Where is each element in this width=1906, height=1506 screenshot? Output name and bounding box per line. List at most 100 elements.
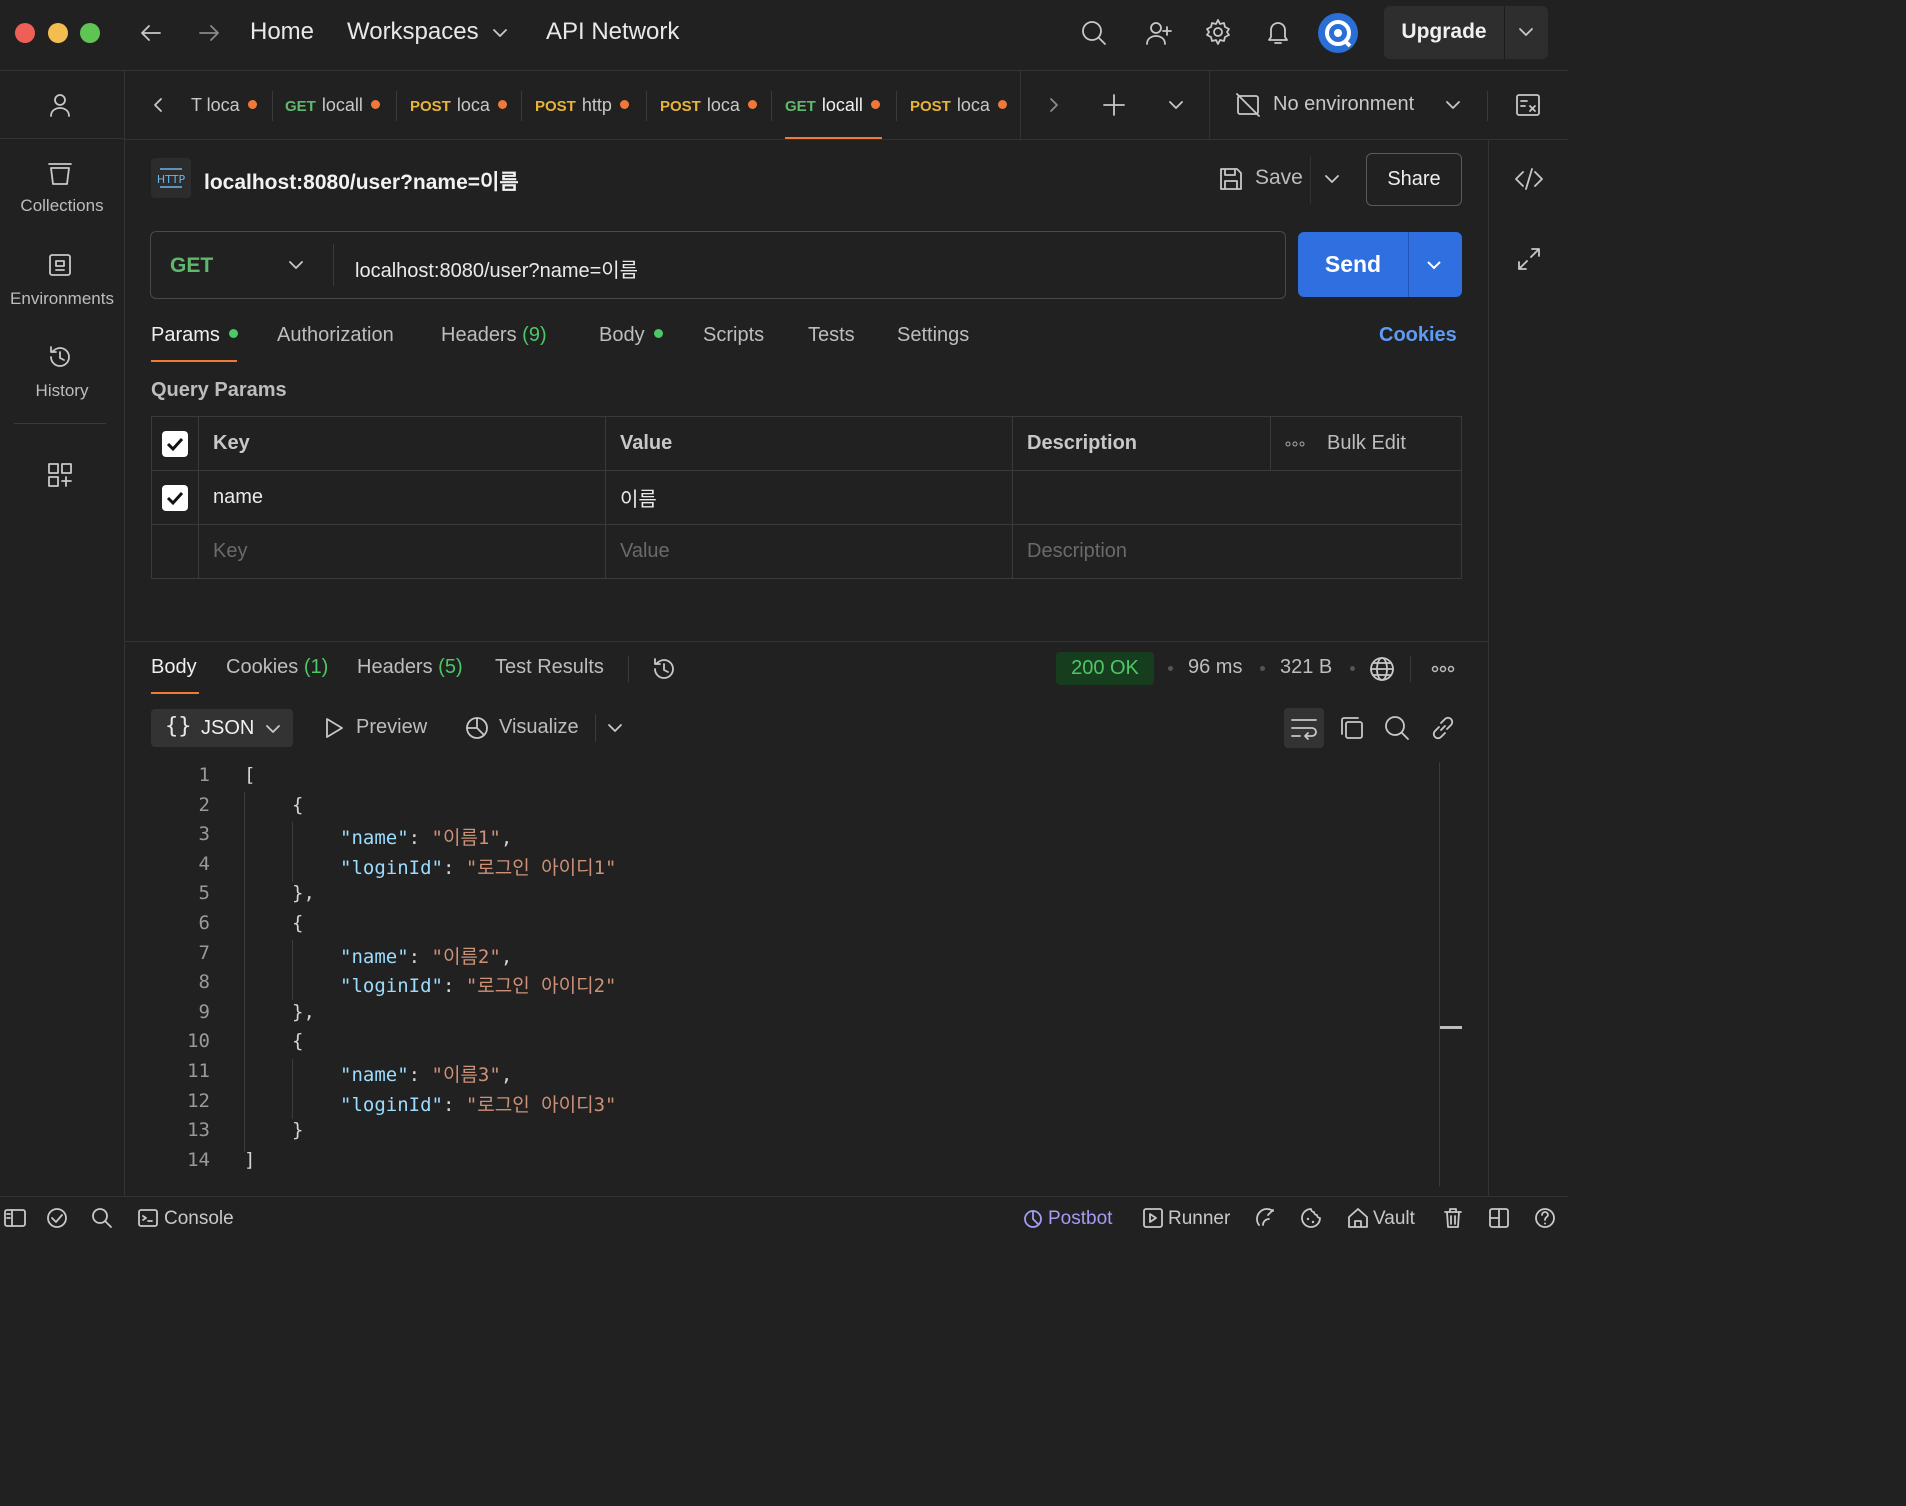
scroll-tabs-right-icon[interactable] — [1047, 97, 1061, 113]
invite-user-icon[interactable] — [1145, 19, 1173, 47]
nav-workspaces[interactable]: Workspaces — [347, 18, 479, 46]
request-tab[interactable]: GET locall — [285, 71, 385, 139]
environment-quick-look-icon[interactable] — [1515, 92, 1541, 118]
environments-icon[interactable] — [46, 251, 74, 279]
close-window-button[interactable] — [15, 23, 35, 43]
param-description-cell[interactable] — [1012, 470, 1462, 525]
tab-settings[interactable]: Settings — [897, 324, 969, 347]
account-icon[interactable] — [46, 91, 74, 119]
back-arrow-icon[interactable] — [138, 20, 164, 46]
sync-status-icon[interactable] — [46, 1207, 68, 1229]
forward-arrow-icon[interactable] — [196, 20, 222, 46]
upgrade-chevron-icon[interactable] — [1518, 26, 1534, 38]
visualize-icon[interactable] — [463, 714, 491, 742]
new-param-key-input[interactable]: Key — [198, 524, 606, 579]
settings-gear-icon[interactable] — [1204, 18, 1232, 46]
select-all-checkbox[interactable] — [162, 430, 188, 457]
avatar[interactable] — [1318, 13, 1358, 53]
param-value-cell[interactable]: 이름 — [605, 470, 1013, 525]
new-tab-plus-icon[interactable] — [1102, 93, 1126, 117]
method-chevron-icon[interactable] — [288, 259, 304, 271]
more-options-icon[interactable] — [1285, 440, 1305, 448]
runner-button[interactable]: Runner — [1168, 1208, 1230, 1230]
layout-toggle-icon[interactable] — [1488, 1207, 1510, 1229]
response-tab-test-results[interactable]: Test Results — [495, 656, 604, 679]
save-disk-icon[interactable] — [1218, 166, 1244, 192]
preview-button[interactable]: Preview — [356, 716, 427, 739]
tab-tests[interactable]: Tests — [808, 324, 855, 347]
search-response-icon[interactable] — [1383, 714, 1411, 742]
maximize-window-button[interactable] — [80, 23, 100, 43]
search-icon[interactable] — [1080, 19, 1108, 47]
preview-play-icon[interactable] — [322, 716, 346, 740]
request-tab[interactable]: POST loca — [660, 71, 760, 139]
cookies-icon[interactable] — [1300, 1207, 1322, 1229]
notifications-bell-icon[interactable] — [1264, 18, 1292, 46]
tab-headers[interactable]: Headers (9) — [441, 324, 547, 347]
environment-selector[interactable]: No environment — [1273, 93, 1414, 116]
request-tab[interactable]: POST loca — [410, 71, 510, 139]
param-key-cell[interactable]: name — [198, 470, 606, 525]
share-button[interactable]: Share — [1366, 153, 1462, 206]
request-tab[interactable]: POST loca — [910, 71, 1010, 139]
request-tab[interactable]: POST http — [535, 71, 635, 139]
sidebar-item-history[interactable]: History — [0, 381, 124, 401]
cookies-link[interactable]: Cookies — [1379, 324, 1457, 347]
scrollbar-track[interactable] — [1439, 762, 1440, 1186]
wrap-lines-button[interactable] — [1284, 708, 1324, 748]
tab-scripts[interactable]: Scripts — [703, 324, 764, 347]
capture-requests-icon[interactable] — [1255, 1207, 1277, 1229]
sidebar-item-collections[interactable]: Collections — [0, 196, 124, 216]
history-icon[interactable] — [46, 343, 74, 371]
tab-authorization[interactable]: Authorization — [277, 324, 394, 347]
chevron-down-icon[interactable] — [492, 27, 508, 39]
param-enabled-checkbox[interactable] — [162, 484, 188, 511]
postbot-button[interactable]: Postbot — [1048, 1208, 1112, 1230]
postbot-icon[interactable] — [1022, 1208, 1044, 1230]
send-button[interactable]: Send — [1298, 232, 1462, 297]
response-tab-cookies[interactable]: Cookies (1) — [226, 656, 328, 679]
code-snippet-icon[interactable] — [1514, 166, 1544, 192]
visualize-chevron-icon[interactable] — [607, 722, 623, 734]
request-tab[interactable]: T loca — [191, 71, 259, 139]
response-tab-body[interactable]: Body — [151, 656, 197, 679]
tab-body[interactable]: Body — [599, 324, 664, 347]
link-icon[interactable] — [1429, 714, 1457, 742]
scroll-tabs-left-icon[interactable] — [151, 97, 165, 113]
copy-icon[interactable] — [1338, 714, 1366, 742]
help-icon[interactable] — [1534, 1207, 1556, 1229]
new-param-value-input[interactable]: Value — [605, 524, 1013, 579]
find-replace-icon[interactable] — [91, 1207, 113, 1229]
vault-icon[interactable] — [1347, 1207, 1369, 1229]
response-history-icon[interactable] — [650, 655, 678, 683]
collections-icon[interactable] — [46, 159, 74, 187]
trash-icon[interactable] — [1442, 1207, 1464, 1229]
environment-chevron-icon[interactable] — [1445, 99, 1461, 111]
save-options-chevron-icon[interactable] — [1324, 173, 1340, 185]
console-button[interactable]: Console — [164, 1208, 234, 1230]
nav-home[interactable]: Home — [250, 18, 314, 46]
format-selector[interactable]: {} JSON — [151, 709, 293, 747]
runner-icon[interactable] — [1143, 1208, 1163, 1228]
response-more-options-icon[interactable] — [1431, 664, 1455, 674]
upgrade-button[interactable]: Upgrade — [1384, 6, 1548, 59]
vault-button[interactable]: Vault — [1373, 1208, 1415, 1230]
nav-api-network[interactable]: API Network — [546, 18, 679, 46]
request-tab-active[interactable]: GET locall — [785, 71, 885, 139]
sidebar-item-environments[interactable]: Environments — [0, 289, 124, 309]
response-time[interactable]: 96 ms — [1188, 656, 1242, 679]
tab-params[interactable]: Params — [151, 324, 239, 347]
collapse-panel-icon[interactable] — [1516, 246, 1542, 272]
request-title[interactable]: localhost:8080/user?name=이름 — [204, 166, 519, 196]
console-icon[interactable] — [138, 1208, 158, 1228]
send-options-chevron-icon[interactable] — [1426, 259, 1442, 271]
method-selector[interactable]: GET — [170, 254, 213, 278]
tabs-dropdown-chevron-icon[interactable] — [1168, 99, 1184, 111]
toggle-sidebar-icon[interactable] — [4, 1208, 26, 1228]
url-input[interactable]: localhost:8080/user?name=이름 — [355, 254, 638, 283]
bulk-edit-button[interactable]: Bulk Edit — [1327, 432, 1406, 454]
minimize-window-button[interactable] — [48, 23, 68, 43]
visualize-button[interactable]: Visualize — [499, 716, 579, 739]
network-globe-icon[interactable] — [1368, 655, 1396, 683]
response-size[interactable]: 321 B — [1280, 656, 1332, 679]
